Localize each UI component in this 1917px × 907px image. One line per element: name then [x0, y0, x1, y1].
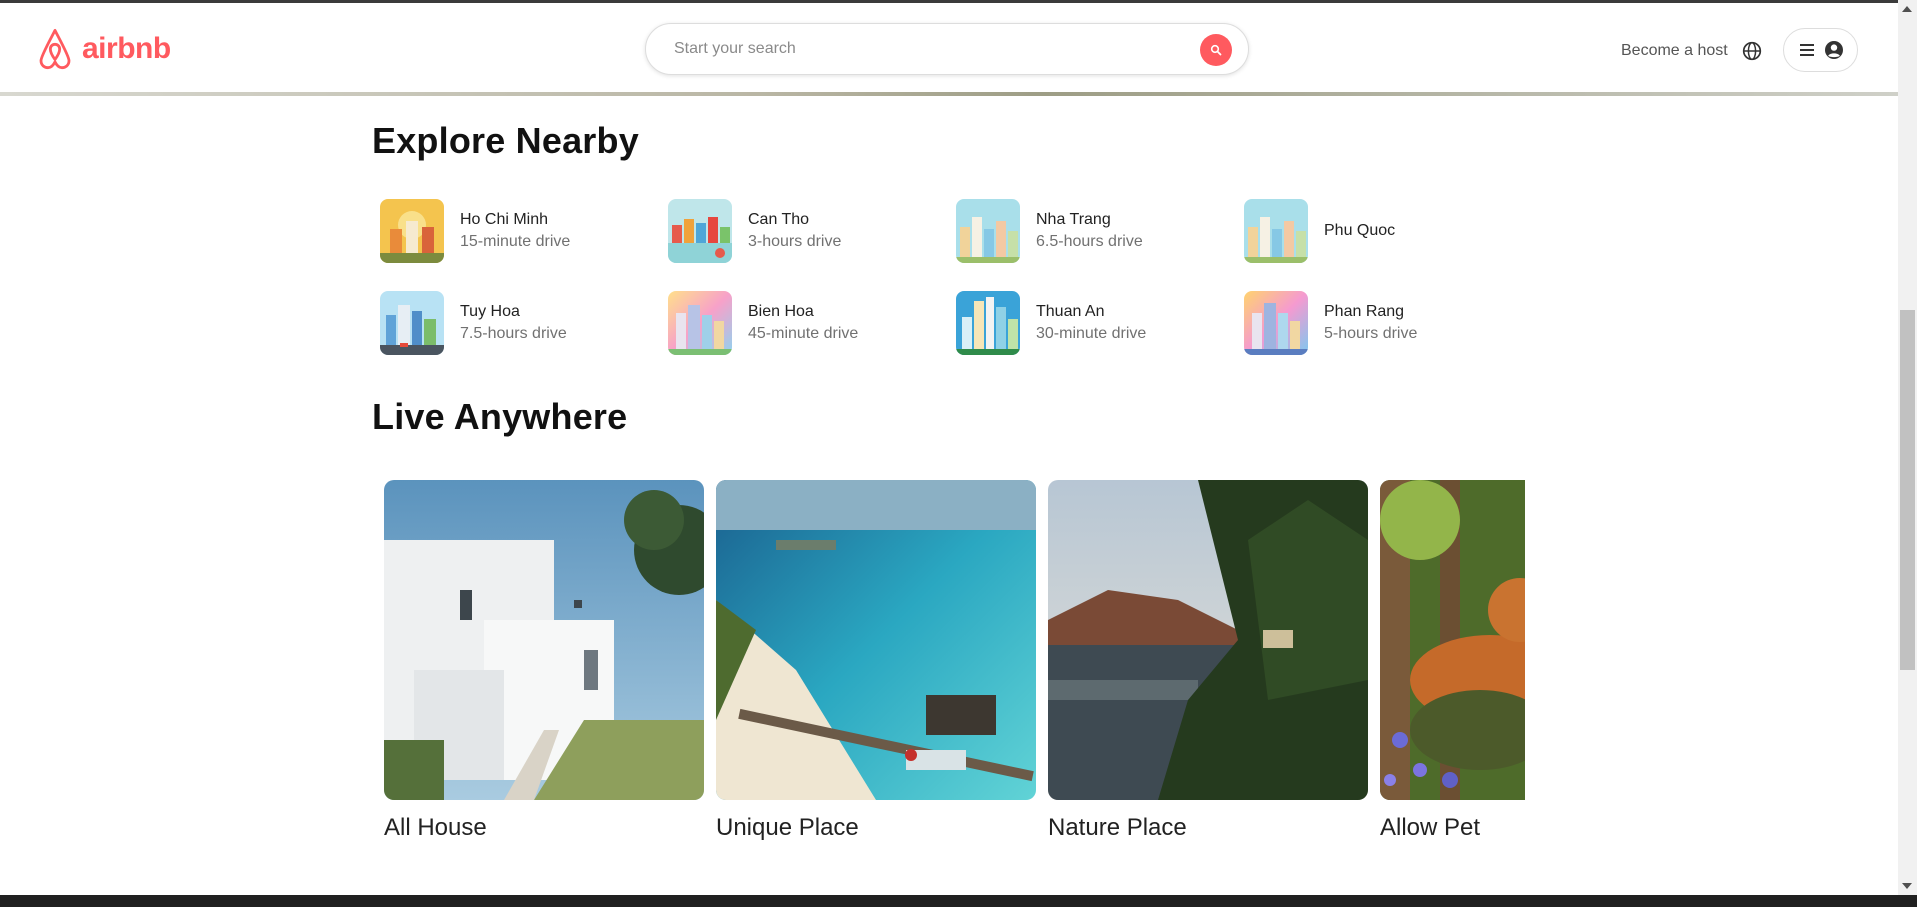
page-viewport: airbnb Become a host	[0, 0, 1898, 895]
white-house-photo	[384, 480, 704, 800]
card-label: Unique Place	[716, 814, 859, 841]
lake-forest-photo	[1048, 480, 1368, 800]
city-thumbnail	[1244, 199, 1308, 263]
nearby-item[interactable]: Ho Chi Minh 15-minute drive	[380, 199, 660, 263]
site-header: airbnb Become a host	[0, 3, 1898, 95]
user-circle-icon	[1824, 41, 1843, 59]
globe-icon[interactable]	[1742, 41, 1762, 61]
brand-name: airbnb	[82, 32, 171, 65]
nearby-text: Bien Hoa 45-minute drive	[748, 301, 858, 345]
city-thumbnail	[380, 199, 444, 263]
city-thumbnail	[668, 291, 732, 355]
nearby-text: Nha Trang 6.5-hours drive	[1036, 209, 1143, 253]
card-image	[384, 480, 704, 800]
nearby-item[interactable]: Tuy Hoa 7.5-hours drive	[380, 291, 660, 355]
search-icon	[1210, 44, 1222, 56]
card-image	[1380, 480, 1525, 800]
live-card[interactable]: All House	[384, 480, 704, 842]
explore-nearby-title: Explore Nearby	[372, 120, 639, 161]
nearby-item[interactable]: Phan Rang 5-hours drive	[1244, 291, 1524, 355]
city-thumbnail	[956, 199, 1020, 263]
city-name: Thuan An	[1036, 303, 1105, 320]
drive-distance: 30-minute drive	[1036, 325, 1147, 342]
live-anywhere-carousel[interactable]: All House Unique Place Nature Place Allo…	[384, 480, 1525, 850]
city-illustration-icon	[380, 291, 444, 355]
scroll-down-arrow-icon[interactable]	[1902, 883, 1912, 889]
card-label: All House	[384, 814, 487, 841]
live-card[interactable]: Allow Pet	[1380, 480, 1525, 842]
nearby-text: Thuan An 30-minute drive	[1036, 301, 1146, 345]
card-label: Nature Place	[1048, 814, 1187, 841]
search-button[interactable]	[1200, 34, 1232, 66]
airbnb-logo-icon	[39, 28, 71, 70]
nearby-item[interactable]: Phu Quoc	[1244, 199, 1524, 263]
nearby-text: Ho Chi Minh 15-minute drive	[460, 209, 570, 253]
nearby-item[interactable]: Nha Trang 6.5-hours drive	[956, 199, 1236, 263]
scrollbar-thumb[interactable]	[1900, 310, 1915, 670]
city-thumbnail	[380, 291, 444, 355]
scroll-up-arrow-icon[interactable]	[1902, 6, 1912, 12]
live-anywhere-title: Live Anywhere	[372, 396, 628, 437]
city-name: Bien Hoa	[748, 303, 814, 320]
city-illustration-icon	[1244, 199, 1308, 263]
city-illustration-icon	[668, 291, 732, 355]
city-illustration-icon	[668, 199, 732, 263]
airbnb-logo[interactable]: airbnb	[36, 28, 171, 70]
city-illustration-icon	[956, 199, 1020, 263]
city-illustration-icon	[956, 291, 1020, 355]
live-card[interactable]: Nature Place	[1048, 480, 1368, 842]
drive-distance: 7.5-hours drive	[460, 325, 567, 342]
dog-in-forest-photo	[1380, 480, 1525, 800]
city-name: Can Tho	[748, 211, 810, 228]
card-label: Allow Pet	[1380, 814, 1481, 841]
city-name: Tuy Hoa	[460, 303, 520, 320]
city-thumbnail	[956, 291, 1020, 355]
beach-resort-photo	[716, 480, 1036, 800]
page-scrollbar[interactable]	[1898, 0, 1917, 895]
nearby-text: Phu Quoc	[1324, 220, 1395, 242]
card-image	[716, 480, 1036, 800]
nearby-text: Tuy Hoa 7.5-hours drive	[460, 301, 567, 345]
nearby-grid: Ho Chi Minh 15-minute drive Can Tho 3-ho…	[380, 199, 1560, 359]
drive-distance: 5-hours drive	[1324, 325, 1418, 342]
os-taskbar	[0, 895, 1917, 907]
drive-distance: 3-hours drive	[748, 233, 842, 250]
search-input[interactable]	[674, 40, 1174, 58]
become-host-link[interactable]: Become a host	[1621, 42, 1728, 60]
city-illustration-icon	[1244, 291, 1308, 355]
city-thumbnail	[1244, 291, 1308, 355]
nearby-text: Can Tho 3-hours drive	[748, 209, 841, 253]
search-bar[interactable]	[645, 23, 1249, 75]
city-thumbnail	[668, 199, 732, 263]
drive-distance: 45-minute drive	[748, 325, 859, 342]
user-menu-button[interactable]	[1783, 28, 1858, 72]
header-backdrop-strip	[0, 92, 1898, 96]
drive-distance: 15-minute drive	[460, 233, 571, 250]
city-illustration-icon	[380, 199, 444, 263]
city-name: Phu Quoc	[1324, 222, 1396, 239]
live-card[interactable]: Unique Place	[716, 480, 1036, 842]
card-image	[1048, 480, 1368, 800]
drive-distance: 6.5-hours drive	[1036, 233, 1143, 250]
nearby-item[interactable]: Bien Hoa 45-minute drive	[668, 291, 948, 355]
nearby-text: Phan Rang 5-hours drive	[1324, 301, 1417, 345]
city-name: Phan Rang	[1324, 303, 1405, 320]
city-name: Nha Trang	[1036, 211, 1111, 228]
city-name: Ho Chi Minh	[460, 211, 549, 228]
hamburger-icon	[1800, 44, 1815, 56]
nearby-item[interactable]: Can Tho 3-hours drive	[668, 199, 948, 263]
nearby-item[interactable]: Thuan An 30-minute drive	[956, 291, 1236, 355]
